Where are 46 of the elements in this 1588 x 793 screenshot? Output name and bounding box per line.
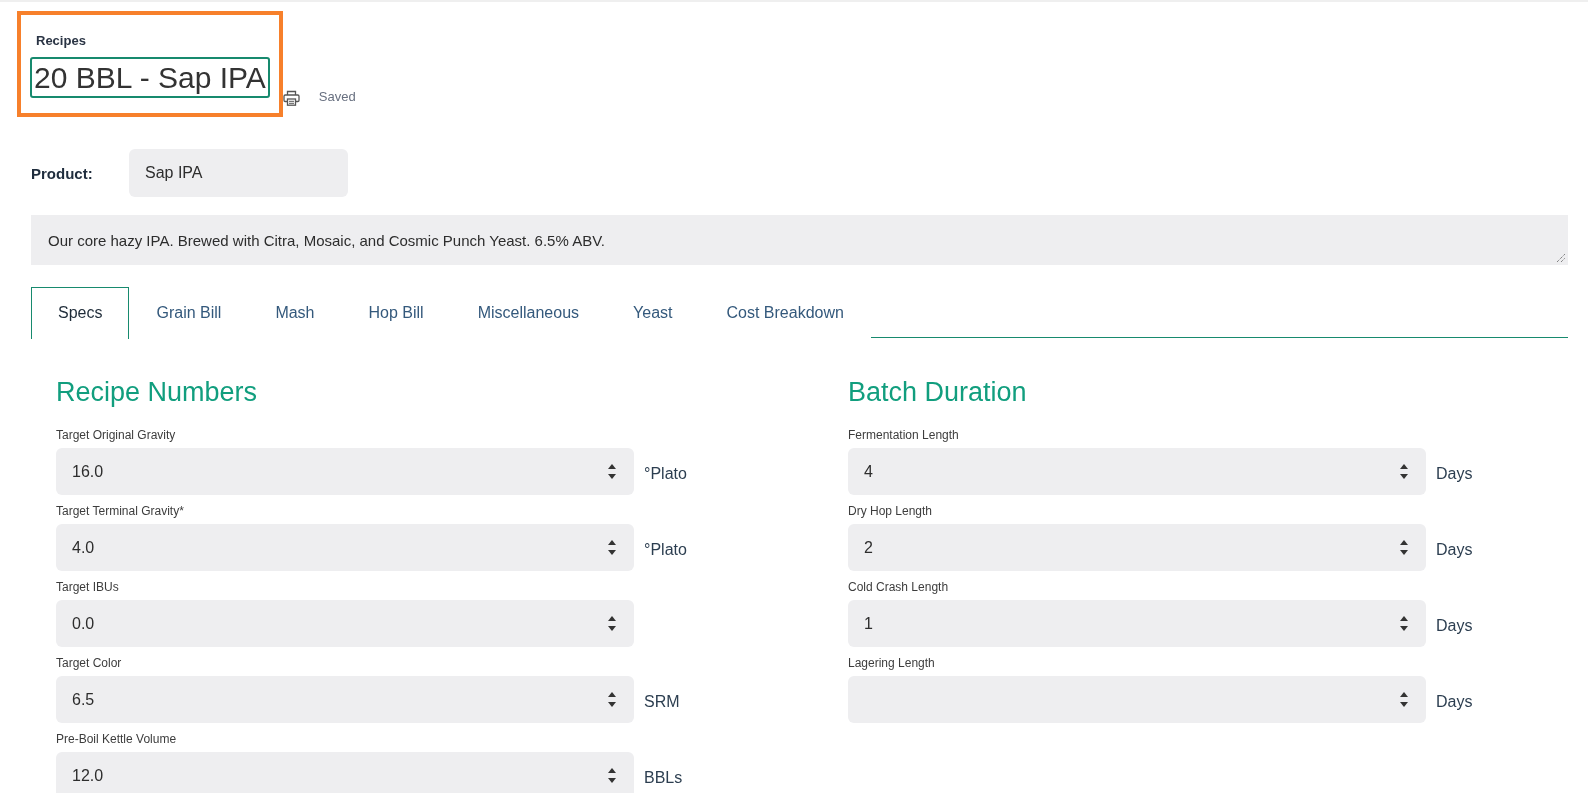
field-label: Target Terminal Gravity* — [56, 504, 185, 518]
spinner-icon[interactable] — [608, 540, 616, 555]
number-field[interactable]: 16.0 — [56, 448, 634, 495]
field-label: Cold Crash Length — [848, 580, 950, 594]
field-label: Target Color — [56, 656, 123, 670]
number-field[interactable]: 2 — [848, 524, 1426, 571]
field-label: Fermentation Length — [848, 428, 960, 442]
section-heading: Batch Duration — [848, 376, 1028, 408]
unit-label: °Plato — [644, 539, 687, 559]
spinner-icon[interactable] — [1400, 616, 1408, 631]
unit-label: SRM — [644, 691, 680, 711]
resize-handle-icon[interactable] — [1557, 254, 1565, 262]
number-field[interactable]: 12.0 — [56, 752, 634, 793]
spinner-icon[interactable] — [608, 616, 616, 631]
number-field[interactable]: 4.0 — [56, 524, 634, 571]
number-field[interactable]: 0.0 — [56, 600, 634, 647]
unit-label: Days — [1436, 539, 1473, 559]
recipe-title-field[interactable]: 20 BBL - Sap IPA — [30, 57, 270, 98]
number-field[interactable]: 4 — [848, 448, 1426, 495]
spinner-icon[interactable] — [1400, 692, 1408, 707]
field-label: Target IBUs — [56, 580, 120, 594]
unit-label: BBLs — [644, 767, 683, 787]
unit-label: Days — [1436, 615, 1473, 635]
printer-icon[interactable] — [282, 90, 300, 106]
number-field[interactable]: 6.5 — [56, 676, 634, 723]
spinner-icon[interactable] — [608, 692, 616, 707]
product-field[interactable]: Sap IPA — [129, 149, 348, 197]
field-label: Dry Hop Length — [848, 504, 934, 518]
field-label: Target Original Gravity — [56, 428, 177, 442]
unit-label: °Plato — [644, 463, 687, 483]
spinner-icon[interactable] — [1400, 464, 1408, 479]
unit-label: Days — [1436, 463, 1473, 483]
field-label: Lagering Length — [848, 656, 936, 670]
number-field[interactable] — [848, 676, 1426, 723]
field-label: Pre-Boil Kettle Volume — [56, 732, 178, 746]
tab[interactable]: Specs — [31, 287, 130, 339]
breadcrumb-link[interactable]: Recipes — [36, 33, 270, 49]
save-status: Saved — [318, 89, 356, 105]
spinner-icon[interactable] — [608, 768, 616, 783]
section-heading: Recipe Numbers — [56, 376, 259, 408]
number-field[interactable]: 1 — [848, 600, 1426, 647]
product-label: Product: — [31, 164, 94, 182]
description-field[interactable]: Our core hazy IPA. Brewed with Citra, Mosaic, and Cosmic Punch Yeast. 6.5% ABV. — [31, 215, 1568, 265]
spinner-icon[interactable] — [608, 464, 616, 479]
spinner-icon[interactable] — [1400, 540, 1408, 555]
unit-label: Days — [1436, 691, 1473, 711]
